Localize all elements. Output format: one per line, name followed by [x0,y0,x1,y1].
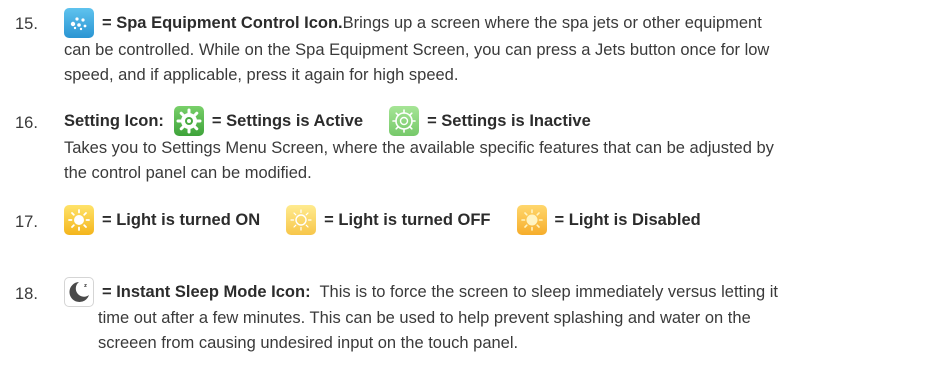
spa-jets-icon [64,8,94,38]
item-17-line-1: = Light is turned ON = Light is turned O… [64,205,701,235]
light-disabled-label: = Light is Disabled [554,210,701,229]
item-number: 16. [15,114,38,132]
light-on-label: = Light is turned ON [102,210,261,229]
item-18-heading: = Instant Sleep Mode Icon: [102,282,311,301]
item-15-text-2: can be controlled. While on the Spa Equi… [64,41,770,59]
item-15-heading: = Spa Equipment Control Icon. [102,13,343,32]
item-15-text-3: speed, and if applicable, press it again… [64,66,459,84]
item-16-text-2: Takes you to Settings Menu Screen, where… [64,139,774,157]
item-number: 18. [15,285,38,303]
light-disabled-icon [516,205,547,235]
gear-inactive-icon [389,106,420,136]
item-15-text-1: Brings up a screen where the spa jets or… [342,13,762,32]
light-off-label: = Light is turned OFF [324,210,491,229]
item-16-text-3: the control panel can be modified. [64,164,312,182]
item-16-line-1: Setting Icon: = Settings is Active = Set… [64,106,591,136]
item-18-text-1: This is to force the screen to sleep imm… [310,282,778,301]
settings-active-label: = Settings is Active [211,111,364,130]
item-16-label: Setting Icon: [64,111,164,130]
item-number: 17. [15,213,38,231]
item-18-text-3: screeen from causing undesired input on … [98,334,519,352]
gear-active-icon [173,106,204,136]
item-18-text-2: time out after a few minutes. This can b… [98,309,751,327]
light-on-icon [64,205,94,235]
item-number: 15. [15,15,38,33]
item-15-line-1: = Spa Equipment Control Icon. Brings up … [64,8,762,38]
svg-text:z: z [84,283,87,289]
light-off-icon [286,205,317,235]
item-18-line-1: z z = Instant Sleep Mode Icon: This is t… [64,277,778,307]
sleep-mode-icon: z z [64,277,94,307]
settings-inactive-label: = Settings is Inactive [427,111,591,130]
